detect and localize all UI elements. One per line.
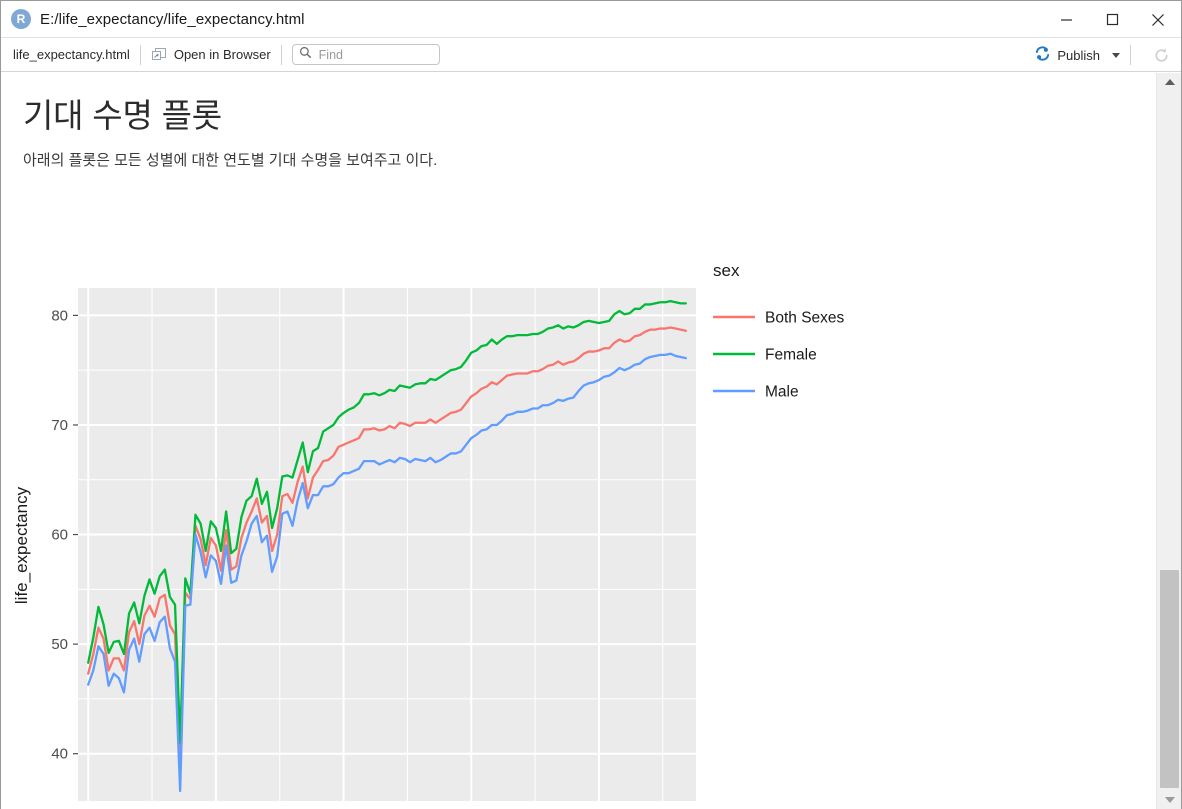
- r-logo-icon: R: [11, 9, 31, 29]
- rstudio-viewer-window: R E:/life_expectancy/life_expectancy.htm…: [0, 0, 1182, 809]
- viewer-toolbar: life_expectancy.html Open in Browser Fin…: [1, 38, 1181, 72]
- publish-icon: [1034, 45, 1051, 65]
- publish-label: Publish: [1057, 47, 1100, 63]
- vertical-scrollbar[interactable]: [1156, 73, 1181, 809]
- toolbar-divider-2: [280, 44, 282, 65]
- scroll-up-icon[interactable]: [1157, 73, 1182, 91]
- ggplot-line-chart: 405060708019001925195019752000life_expec…: [12, 261, 845, 801]
- scroll-down-icon[interactable]: [1157, 791, 1182, 809]
- svg-text:70: 70: [51, 417, 68, 434]
- window-title: E:/life_expectancy/life_expectancy.html: [40, 10, 305, 28]
- svg-text:Both Sexes: Both Sexes: [765, 310, 845, 327]
- chevron-down-icon[interactable]: [1112, 52, 1120, 58]
- svg-text:Male: Male: [765, 384, 799, 401]
- open-in-browser-label: Open in Browser: [173, 47, 271, 62]
- svg-text:life_expectancy: life_expectancy: [12, 486, 31, 604]
- search-icon: [299, 46, 312, 64]
- svg-text:Female: Female: [765, 347, 817, 364]
- find-box[interactable]: [291, 44, 440, 65]
- toolbar-divider: [139, 44, 141, 65]
- maximize-icon[interactable]: [1089, 2, 1135, 38]
- page-subtitle: 아래의 플롯은 모든 성별에 대한 연도별 기대 수명을 보여주고 이다.: [23, 152, 438, 170]
- open-in-browser-button[interactable]: Open in Browser: [151, 47, 271, 62]
- external-window-icon: [151, 47, 167, 62]
- find-input[interactable]: [316, 46, 427, 63]
- svg-text:50: 50: [51, 636, 68, 653]
- window-titlebar: R E:/life_expectancy/life_expectancy.htm…: [1, 1, 1181, 38]
- document-content: 기대 수명 플롯 아래의 플롯은 모든 성별에 대한 연도별 기대 수명을 보여…: [1, 73, 1156, 809]
- svg-text:sex: sex: [713, 261, 740, 280]
- window-controls: [1043, 1, 1181, 38]
- svg-text:40: 40: [51, 746, 68, 763]
- life-expectancy-chart: 405060708019001925195019752000life_expec…: [1, 181, 921, 801]
- toolbar-right-group: Publish: [1034, 38, 1181, 72]
- close-icon[interactable]: [1135, 2, 1181, 38]
- scrollbar-thumb[interactable]: [1160, 570, 1179, 788]
- svg-text:80: 80: [51, 307, 68, 324]
- svg-text:60: 60: [51, 527, 68, 544]
- refresh-icon[interactable]: [1153, 47, 1170, 64]
- page-title: 기대 수명 플롯: [23, 97, 222, 134]
- toolbar-divider-3: [1130, 45, 1131, 65]
- publish-button[interactable]: Publish: [1034, 45, 1120, 65]
- minimize-icon[interactable]: [1043, 2, 1089, 38]
- current-file-label: life_expectancy.html: [13, 47, 130, 62]
